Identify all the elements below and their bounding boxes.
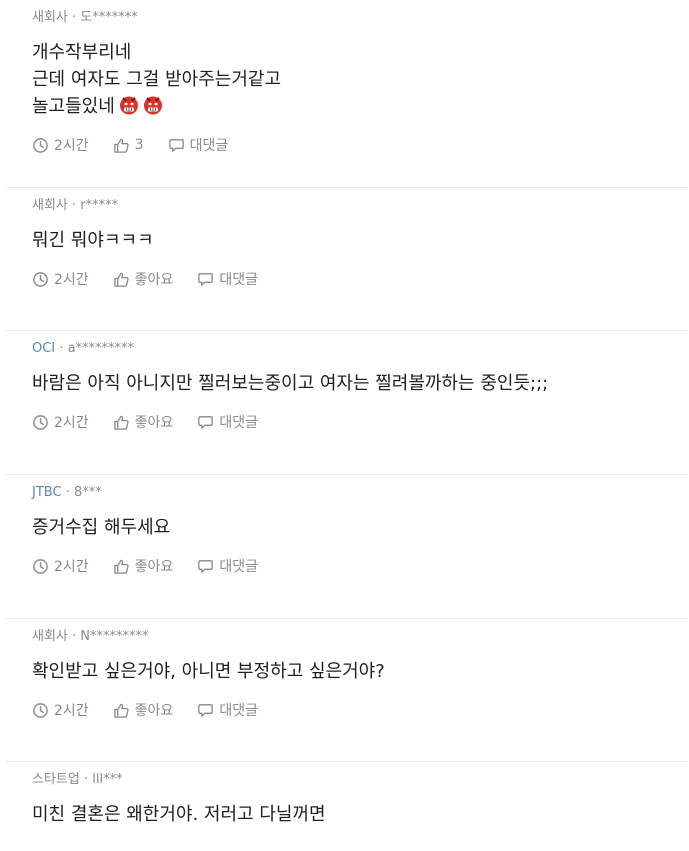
- like-button[interactable]: 좋아요: [113, 556, 174, 576]
- comment-text: 뭐긴 뭐야ㅋㅋㅋ: [32, 227, 688, 254]
- comment-item: 새회사 · r***** 뭐긴 뭐야ㅋㅋㅋ 2시간 좋아요 대댓글: [6, 188, 688, 331]
- author-nickname: a*********: [67, 341, 135, 356]
- speech-bubble-icon: [198, 415, 214, 429]
- reply-label: 대댓글: [219, 415, 258, 431]
- comment-item: 새회사 · 도******* 개수작부리네 근데 여자도 그걸 받아주는거같고 …: [6, 0, 688, 188]
- comment-actions: 2시간 좋아요 대댓글: [32, 268, 688, 290]
- comment-meta: OCI · a*********: [32, 341, 135, 356]
- comment-item: OCI · a********* 바람은 아직 아니지만 찔러보는중이고 여자는…: [6, 331, 688, 475]
- like-label: 좋아요: [134, 272, 174, 288]
- comment-text: 미친 결혼은 왜한거야. 저러고 다닐꺼면: [32, 801, 688, 828]
- author-nickname: 도*******: [80, 10, 138, 25]
- timestamp: 2시간: [32, 135, 89, 155]
- comment-item: 스타트업 · lll*** 미친 결혼은 왜한거야. 저러고 다닐꺼면: [6, 762, 688, 851]
- angry-face-icon: [119, 96, 138, 115]
- author-nickname: lll***: [92, 772, 123, 787]
- reply-button[interactable]: 대댓글: [168, 135, 229, 155]
- timestamp: 2시간: [32, 269, 89, 289]
- angry-face-icon: [143, 96, 162, 115]
- comment-line: 뭐긴 뭐야ㅋㅋㅋ: [32, 230, 154, 251]
- comment-actions: 2시간 좋아요 대댓글: [32, 555, 688, 577]
- timestamp: 2시간: [32, 412, 89, 432]
- thumbs-up-icon: [113, 415, 129, 430]
- comment-text: 증거수집 해두세요: [32, 514, 688, 541]
- timestamp: 2시간: [32, 700, 89, 720]
- timestamp-text: 2시간: [54, 138, 89, 154]
- clock-icon: [33, 271, 48, 287]
- author-company[interactable]: 새회사: [32, 629, 68, 644]
- thumbs-up-icon: [113, 703, 129, 718]
- like-button[interactable]: 좋아요: [113, 269, 174, 289]
- like-label: 좋아요: [134, 703, 174, 719]
- author-nickname: r*****: [80, 198, 119, 213]
- like-count: 3: [134, 137, 144, 153]
- reply-button[interactable]: 대댓글: [197, 269, 258, 289]
- comment-line: 개수작부리네: [32, 42, 132, 63]
- comment-line-text: 놀고들있네: [32, 96, 115, 117]
- comment-text: 확인받고 싶은거야, 아니면 부정하고 싶은거야?: [32, 658, 688, 685]
- comment-meta: 새회사 · 도*******: [32, 10, 138, 25]
- timestamp-text: 2시간: [54, 415, 89, 431]
- comment-actions: 2시간 좋아요 대댓글: [32, 411, 688, 433]
- comment-line: 놀고들있네: [32, 93, 688, 120]
- like-button[interactable]: 좋아요: [113, 700, 174, 720]
- speech-bubble-icon: [198, 703, 214, 717]
- timestamp-text: 2시간: [54, 703, 89, 719]
- comment-actions: 2시간 3 대댓글: [32, 134, 688, 156]
- author-company[interactable]: 새회사: [32, 198, 68, 213]
- reply-button[interactable]: 대댓글: [197, 700, 258, 720]
- comment-meta: 새회사 · r*****: [32, 198, 119, 213]
- reply-button[interactable]: 대댓글: [197, 412, 258, 432]
- timestamp: 2시간: [32, 556, 89, 576]
- speech-bubble-icon: [198, 559, 214, 573]
- thumbs-up-icon: [113, 272, 129, 287]
- speech-bubble-icon: [198, 272, 214, 286]
- author-company[interactable]: JTBC: [32, 485, 62, 500]
- author-company[interactable]: 스타트업: [32, 772, 80, 787]
- comment-line: 증거수집 해두세요: [32, 517, 171, 538]
- comment-item: 새회사 · N********* 확인받고 싶은거야, 아니면 부정하고 싶은거…: [6, 619, 688, 762]
- like-label: 좋아요: [134, 559, 174, 575]
- author-nickname: 8***: [73, 485, 102, 500]
- comment-actions: 2시간 좋아요 대댓글: [32, 699, 688, 721]
- like-button[interactable]: 3: [113, 137, 144, 154]
- like-label: 좋아요: [134, 415, 174, 431]
- clock-icon: [33, 414, 48, 430]
- clock-icon: [33, 702, 48, 718]
- author-company[interactable]: OCI: [32, 341, 55, 356]
- comment-item: JTBC · 8*** 증거수집 해두세요 2시간 좋아요 대댓글: [6, 475, 688, 619]
- clock-icon: [33, 558, 48, 574]
- reply-label: 대댓글: [219, 703, 258, 719]
- comment-meta: 새회사 · N*********: [32, 629, 149, 644]
- comment-line: 미친 결혼은 왜한거야. 저러고 다닐꺼면: [32, 804, 326, 825]
- author-company[interactable]: 새회사: [32, 10, 68, 25]
- reply-label: 대댓글: [219, 559, 258, 575]
- comment-line: 근데 여자도 그걸 받아주는거같고: [32, 69, 282, 90]
- comment-meta: 스타트업 · lll***: [32, 772, 123, 787]
- reply-button[interactable]: 대댓글: [197, 556, 258, 576]
- comment-text: 개수작부리네 근데 여자도 그걸 받아주는거같고 놀고들있네: [32, 39, 688, 120]
- reply-label: 대댓글: [189, 138, 229, 154]
- comment-line: 바람은 아직 아니지만 찔러보는중이고 여자는 찔려볼까하는 중인듯;;;: [32, 373, 549, 394]
- thumbs-up-icon: [113, 138, 129, 153]
- thumbs-up-icon: [113, 559, 129, 574]
- like-button[interactable]: 좋아요: [113, 412, 174, 432]
- comment-list: 새회사 · 도******* 개수작부리네 근데 여자도 그걸 받아주는거같고 …: [0, 0, 689, 851]
- clock-icon: [33, 137, 48, 153]
- timestamp-text: 2시간: [54, 559, 89, 575]
- comment-meta: JTBC · 8***: [32, 485, 102, 500]
- speech-bubble-icon: [168, 138, 184, 152]
- reply-label: 대댓글: [219, 272, 258, 288]
- timestamp-text: 2시간: [54, 272, 89, 288]
- author-nickname: N*********: [80, 629, 149, 644]
- comment-line: 확인받고 싶은거야, 아니면 부정하고 싶은거야?: [32, 661, 385, 682]
- comment-text: 바람은 아직 아니지만 찔러보는중이고 여자는 찔려볼까하는 중인듯;;;: [32, 370, 688, 397]
